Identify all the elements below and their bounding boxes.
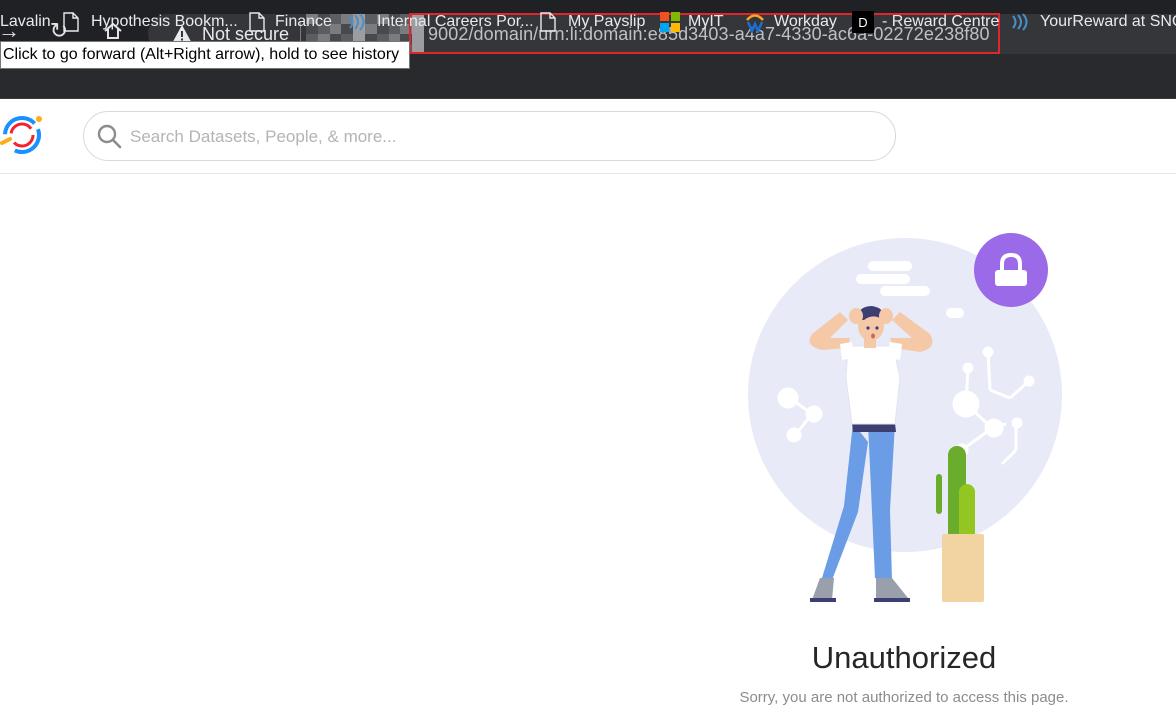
- bookmark-label: YourReward at SNC...: [1040, 13, 1176, 30]
- bookmark-label: - Reward Centre: [882, 13, 1000, 30]
- forward-tooltip: Click to go forward (Alt+Right arrow), h…: [0, 41, 411, 69]
- error-description: Sorry, you are not authorized to access …: [739, 689, 1069, 706]
- microsoft-icon: [660, 12, 680, 32]
- bookmark-workday[interactable]: Workday: [744, 0, 837, 44]
- page-icon: [63, 12, 79, 32]
- unauthorized-illustration: [748, 233, 1062, 602]
- app-logo-icon[interactable]: [0, 113, 48, 157]
- wave-icon: [1012, 13, 1028, 31]
- bookmark-my-payslip[interactable]: My Payslip: [540, 0, 645, 44]
- bookmark-label: Workday: [774, 13, 837, 30]
- svg-text:D: D: [858, 15, 867, 30]
- bookmark-myit[interactable]: MyIT: [660, 0, 724, 44]
- bookmark-yourreward[interactable]: YourReward at SNC...: [1010, 0, 1176, 44]
- bookmark-label: Hypothesis Bookm...: [91, 13, 238, 30]
- workday-icon: [746, 14, 764, 33]
- bookmark-lavalin[interactable]: Lavalin: [0, 0, 51, 44]
- bookmark-label: My Payslip: [568, 13, 646, 30]
- wave-icon: [349, 13, 365, 31]
- bookmark-reward-centre[interactable]: D - Reward Centre: [852, 0, 999, 44]
- bookmark-internal-careers[interactable]: Internal Careers Por...: [347, 0, 534, 44]
- bookmark-label: Lavalin: [0, 13, 51, 30]
- search-input[interactable]: [128, 118, 872, 156]
- page-icon: [540, 12, 556, 32]
- bookmark-label: Internal Careers Por...: [377, 13, 534, 30]
- page-icon: [249, 12, 265, 32]
- bookmark-label: Finance: [275, 13, 332, 30]
- bookmark-label: MyIT: [688, 13, 724, 30]
- error-title: Unauthorized: [811, 640, 997, 675]
- search-icon: [97, 124, 122, 149]
- bookmark-hypothesis[interactable]: Hypothesis Bookm...: [63, 0, 238, 44]
- d-icon: D: [852, 11, 874, 33]
- bookmark-finance[interactable]: Finance: [249, 0, 332, 44]
